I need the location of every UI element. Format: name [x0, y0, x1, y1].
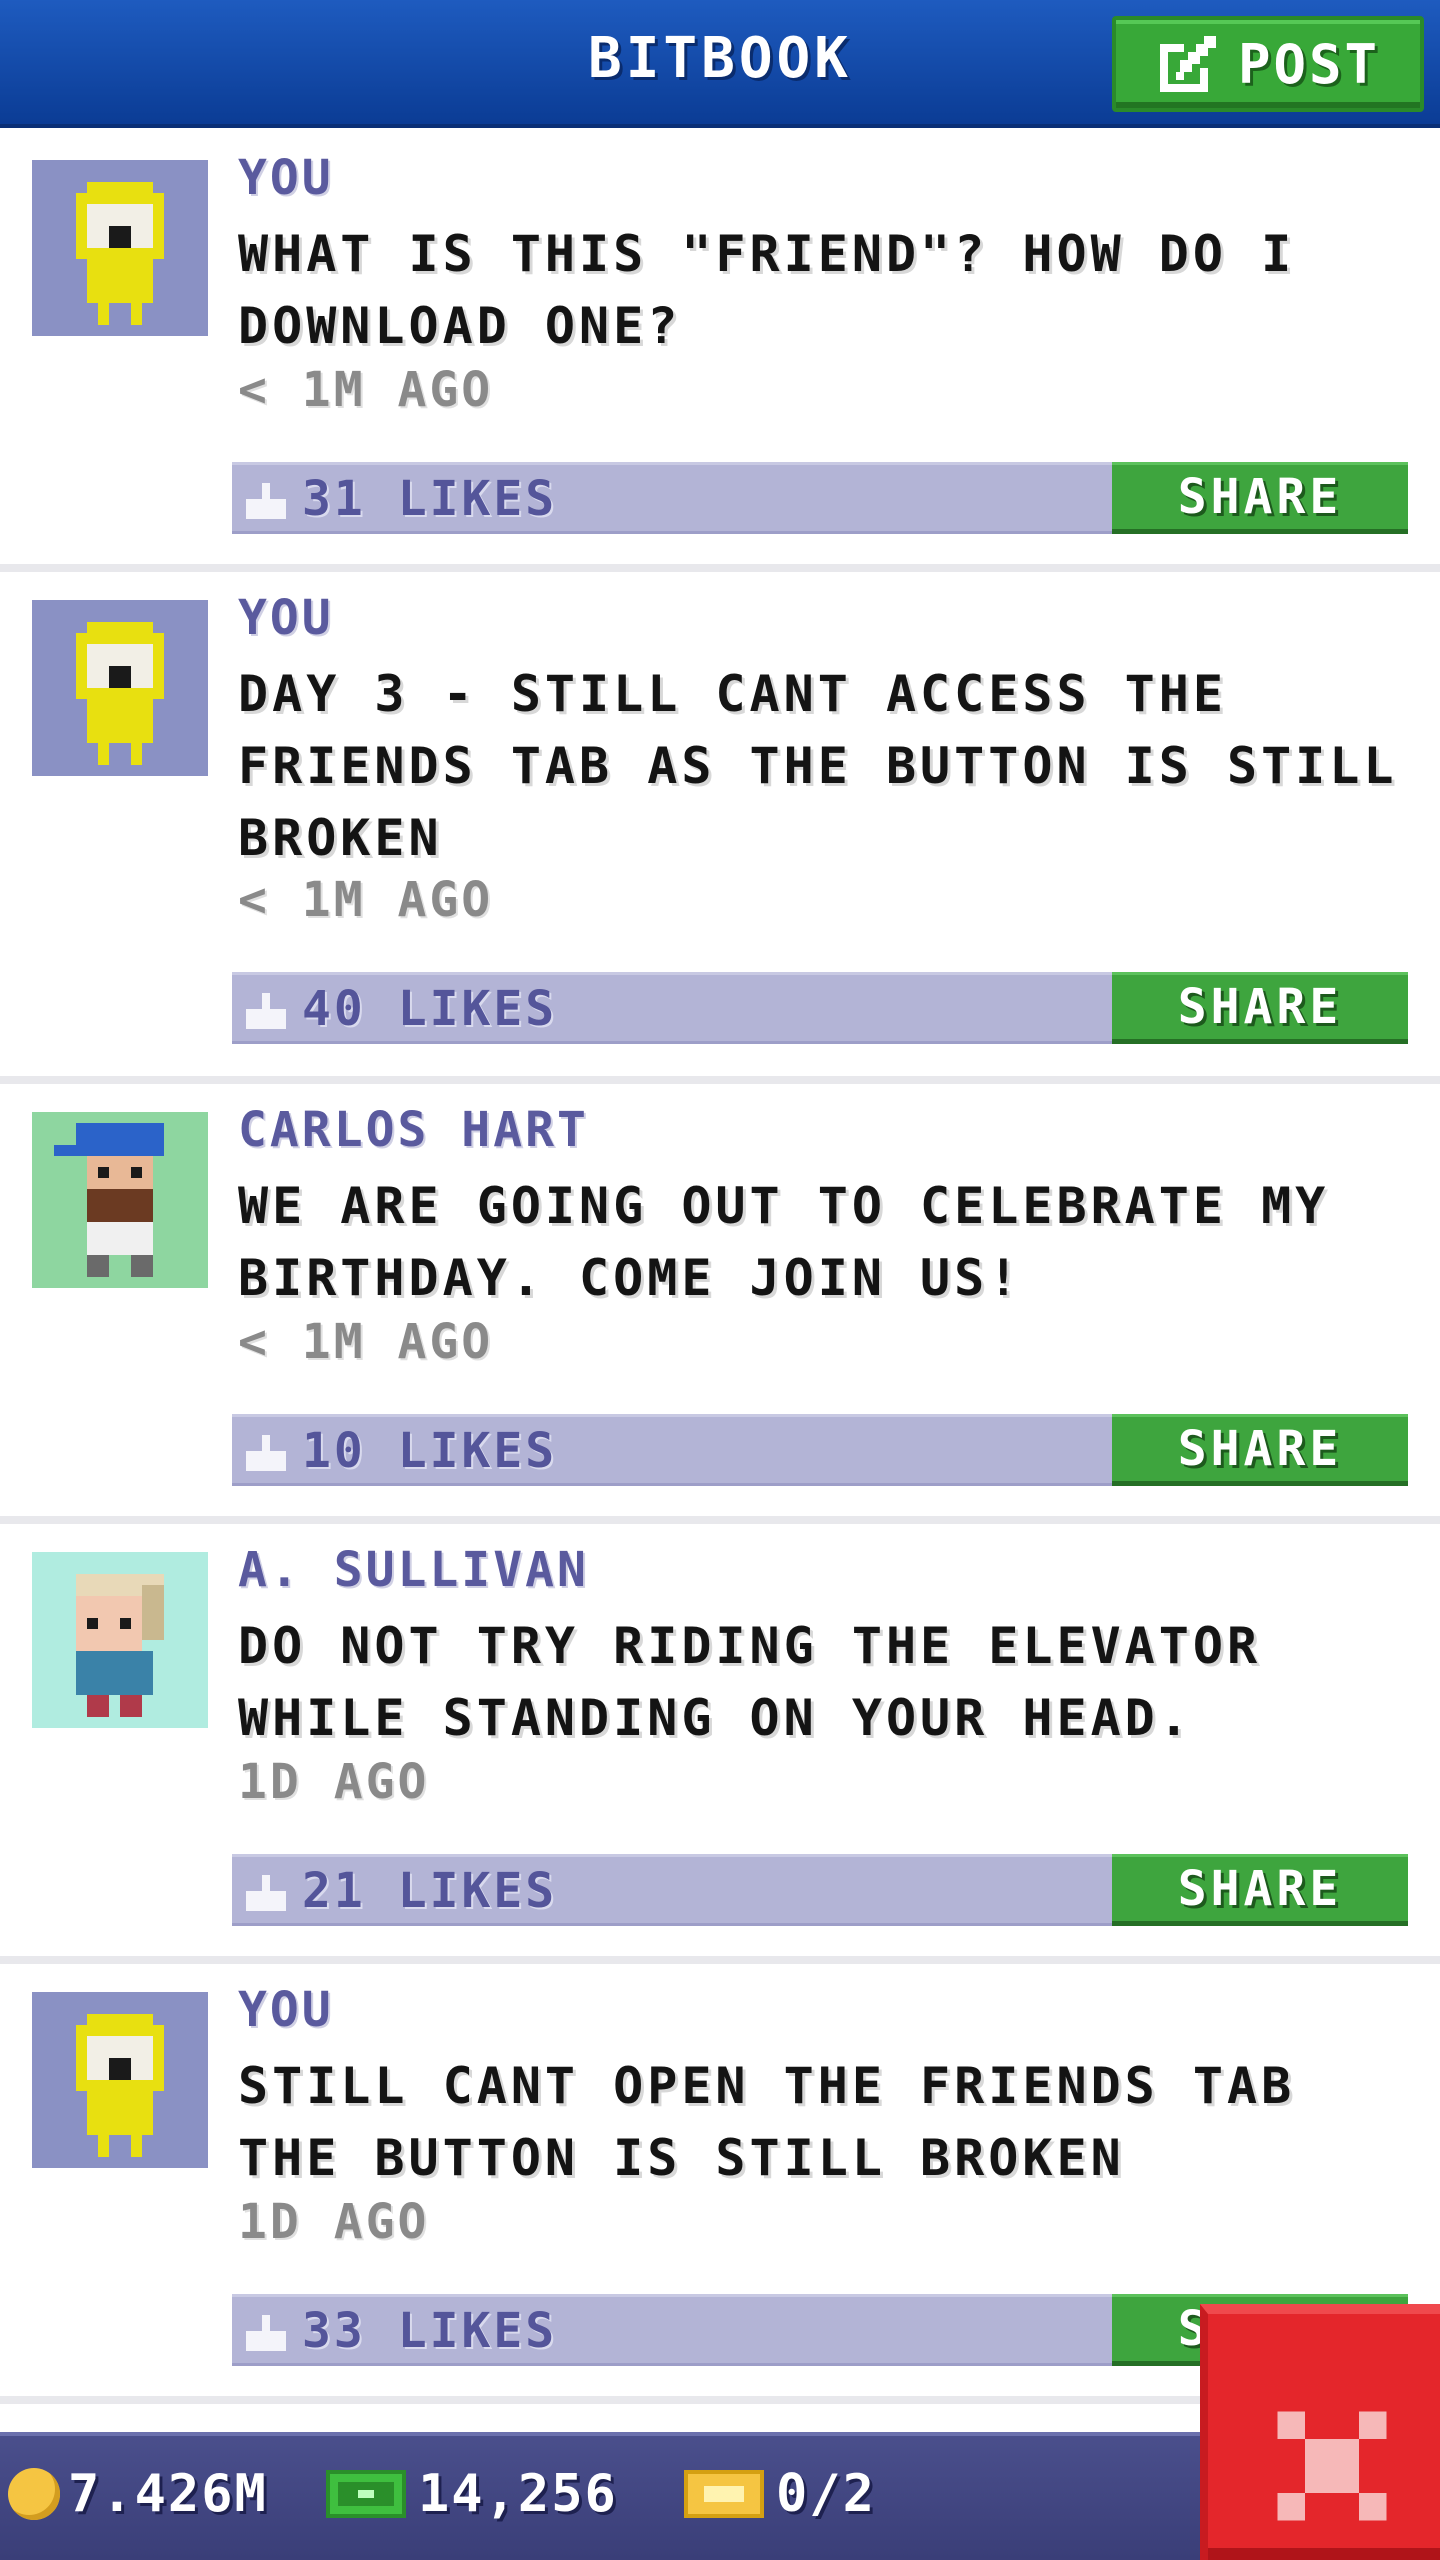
- post-time: < 1M AGO: [238, 872, 494, 928]
- close-icon: [1277, 2411, 1387, 2521]
- post-author: YOU: [238, 590, 334, 646]
- thumbs-up-icon[interactable]: [246, 1875, 286, 1911]
- likes-count: 40 LIKES: [302, 981, 558, 1037]
- post-button-label: POST: [1237, 32, 1381, 96]
- post-time: < 1M AGO: [238, 362, 494, 418]
- feed-post: A. SULLIVAN DO NOT TRY RIDING THE ELEVAT…: [0, 1524, 1440, 1964]
- bux-value: 14,256: [418, 2464, 618, 2524]
- likes-count: 10 LIKES: [302, 1423, 558, 1479]
- post-button[interactable]: POST: [1112, 16, 1424, 112]
- yellow-hooded-character-icon[interactable]: [32, 600, 208, 776]
- yellow-hooded-character-icon[interactable]: [32, 1992, 208, 2168]
- tickets-stat: 0/2: [680, 2464, 876, 2524]
- post-author: YOU: [238, 150, 334, 206]
- likes-bar: 40 LIKES SHARE: [232, 972, 1408, 1044]
- post-author: YOU: [238, 1982, 334, 2038]
- post-text: WE ARE GOING OUT TO CELEBRATE MY BIRTHDA…: [238, 1177, 1330, 1307]
- post-time: 1D AGO: [238, 1754, 430, 1810]
- tickets-value: 0/2: [776, 2464, 876, 2524]
- post-author: CARLOS HART: [238, 1102, 589, 1158]
- ticket-icon: [684, 2470, 764, 2518]
- coins-value: 7.426M: [68, 2464, 268, 2524]
- close-button[interactable]: [1200, 2304, 1440, 2560]
- post-text: WHAT IS THIS "FRIEND"? HOW DO I DOWNLOAD…: [238, 225, 1296, 355]
- share-button[interactable]: SHARE: [1112, 972, 1408, 1044]
- thumbs-up-icon[interactable]: [246, 483, 286, 519]
- likes-bar: 31 LIKES SHARE: [232, 462, 1408, 534]
- share-button[interactable]: SHARE: [1112, 1414, 1408, 1486]
- feed-post: YOU DAY 3 - STILL CANT ACCESS THE FRIEND…: [0, 572, 1440, 1084]
- post-text: STILL CANT OPEN THE FRIENDS TAB THE BUTT…: [238, 2057, 1296, 2187]
- post-author: A. SULLIVAN: [238, 1542, 589, 1598]
- share-button[interactable]: SHARE: [1112, 462, 1408, 534]
- feed-post: YOU WHAT IS THIS "FRIEND"? HOW DO I DOWN…: [0, 132, 1440, 572]
- likes-count: 31 LIKES: [302, 471, 558, 527]
- compose-icon: [1159, 36, 1216, 92]
- thumbs-up-icon[interactable]: [246, 1435, 286, 1471]
- bux-icon: [326, 2470, 406, 2518]
- likes-bar: 10 LIKES SHARE: [232, 1414, 1408, 1486]
- feed: YOU WHAT IS THIS "FRIEND"? HOW DO I DOWN…: [0, 132, 1440, 2404]
- likes-bar: 21 LIKES SHARE: [232, 1854, 1408, 1926]
- post-time: 1D AGO: [238, 2194, 430, 2250]
- bearded-man-blue-cap-icon[interactable]: [32, 1112, 208, 1288]
- thumbs-up-icon[interactable]: [246, 2315, 286, 2351]
- post-text: DAY 3 - STILL CANT ACCESS THE FRIENDS TA…: [238, 665, 1398, 867]
- likes-count: 33 LIKES: [302, 2303, 558, 2359]
- thumbs-up-icon[interactable]: [246, 993, 286, 1029]
- likes-count: 21 LIKES: [302, 1863, 558, 1919]
- top-bar: BITBOOK POST: [0, 0, 1440, 128]
- share-button[interactable]: SHARE: [1112, 1854, 1408, 1926]
- blond-man-avatar-icon[interactable]: [32, 1552, 208, 1728]
- bux-stat: 14,256: [322, 2464, 618, 2524]
- coin-icon: [8, 2468, 60, 2520]
- yellow-hooded-character-icon[interactable]: [32, 160, 208, 336]
- feed-post: CARLOS HART WE ARE GOING OUT TO CELEBRAT…: [0, 1084, 1440, 1524]
- coins-stat: 7.426M: [8, 2464, 268, 2524]
- post-time: < 1M AGO: [238, 1314, 494, 1370]
- post-text: DO NOT TRY RIDING THE ELEVATOR WHILE STA…: [238, 1617, 1262, 1747]
